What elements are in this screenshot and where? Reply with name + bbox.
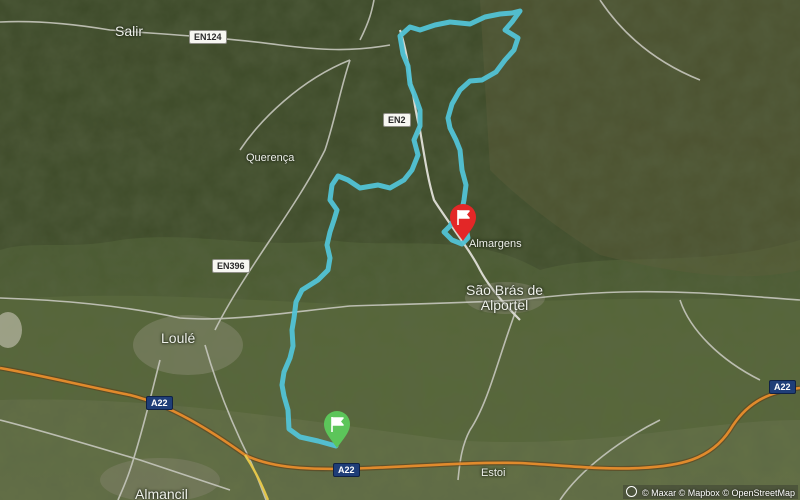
attribution-osm[interactable]: © OpenStreetMap	[722, 488, 795, 498]
place-label-salir: Salir	[115, 23, 144, 39]
road-shield-en396: EN396	[212, 259, 250, 273]
attribution-maxar[interactable]: © Maxar	[642, 488, 676, 498]
mapbox-logo-icon	[626, 486, 638, 497]
road-shield-a22-south: A22	[333, 463, 360, 477]
road-shield-en124: EN124	[189, 30, 227, 44]
map-view[interactable]: Salir Querença Loulé Almargens São Brás …	[0, 0, 800, 500]
road-shield-a22-west: A22	[146, 396, 173, 410]
finish-marker-icon[interactable]	[448, 203, 478, 243]
place-label-estoi: Estoi	[481, 467, 506, 479]
satellite-terrain	[0, 0, 800, 500]
place-label-sao-bras-line2: Alportel	[480, 297, 529, 313]
road-shield-a22-east: A22	[769, 380, 796, 394]
finish-marker-pin	[450, 204, 476, 241]
road-shield-en2: EN2	[383, 113, 411, 127]
place-label-querenca: Querença	[246, 152, 295, 164]
map-attribution: © Maxar © Mapbox © OpenStreetMap	[623, 485, 798, 499]
start-marker-icon[interactable]	[322, 410, 352, 450]
place-label-almancil: Almancil	[135, 486, 188, 500]
terrain-texture	[0, 0, 800, 500]
start-marker-pin	[324, 411, 350, 448]
place-label-sao-bras-line1: São Brás de	[466, 282, 544, 298]
place-label-sao-bras: São Brás de Alportel	[466, 283, 543, 313]
place-label-loule: Loulé	[161, 330, 196, 346]
attribution-mapbox[interactable]: © Mapbox	[679, 488, 720, 498]
